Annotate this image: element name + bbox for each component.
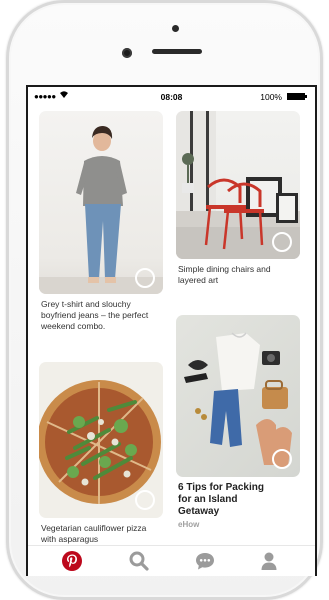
tab-home[interactable]	[61, 550, 85, 572]
search-icon	[129, 551, 149, 571]
tab-search[interactable]	[128, 550, 152, 572]
pin-caption: Simple dining chairs and layered art	[178, 264, 271, 285]
pin-dining-chairs[interactable]	[176, 111, 300, 259]
battery-percentage: 100%	[260, 92, 282, 102]
front-camera	[122, 48, 132, 58]
status-bar: ●●●●● 08:08 100%	[28, 87, 315, 107]
pin-outfit[interactable]	[39, 111, 163, 294]
pin-caption: Grey t-shirt and slouchy boyfriend jeans…	[41, 299, 149, 331]
select-pin-circle[interactable]	[135, 490, 155, 510]
pin-cauliflower-pizza[interactable]	[39, 362, 163, 518]
pin-image-outfit	[39, 126, 163, 294]
front-sensor	[172, 25, 179, 32]
pin-source: eHow	[178, 520, 200, 529]
pin-title: 6 Tips for Packing for an Island Getaway	[178, 482, 264, 517]
chat-bubble-icon	[196, 553, 214, 570]
pinterest-logo-icon	[62, 551, 82, 571]
tab-bar	[28, 545, 315, 576]
select-pin-circle[interactable]	[272, 232, 292, 252]
tab-profile[interactable]	[258, 550, 282, 572]
earpiece-speaker	[152, 49, 202, 54]
phone-screen: ●●●●● 08:08 100% Grey t-shirt and slouch…	[26, 85, 317, 576]
battery-icon	[287, 93, 307, 100]
pin-packing-tips[interactable]	[176, 315, 300, 477]
tab-messages[interactable]	[194, 550, 218, 572]
select-pin-circle[interactable]	[135, 268, 155, 288]
profile-icon	[261, 552, 277, 570]
select-pin-circle[interactable]	[272, 449, 292, 469]
pin-caption: Vegetarian cauliflower pizza with aspara…	[41, 523, 147, 544]
